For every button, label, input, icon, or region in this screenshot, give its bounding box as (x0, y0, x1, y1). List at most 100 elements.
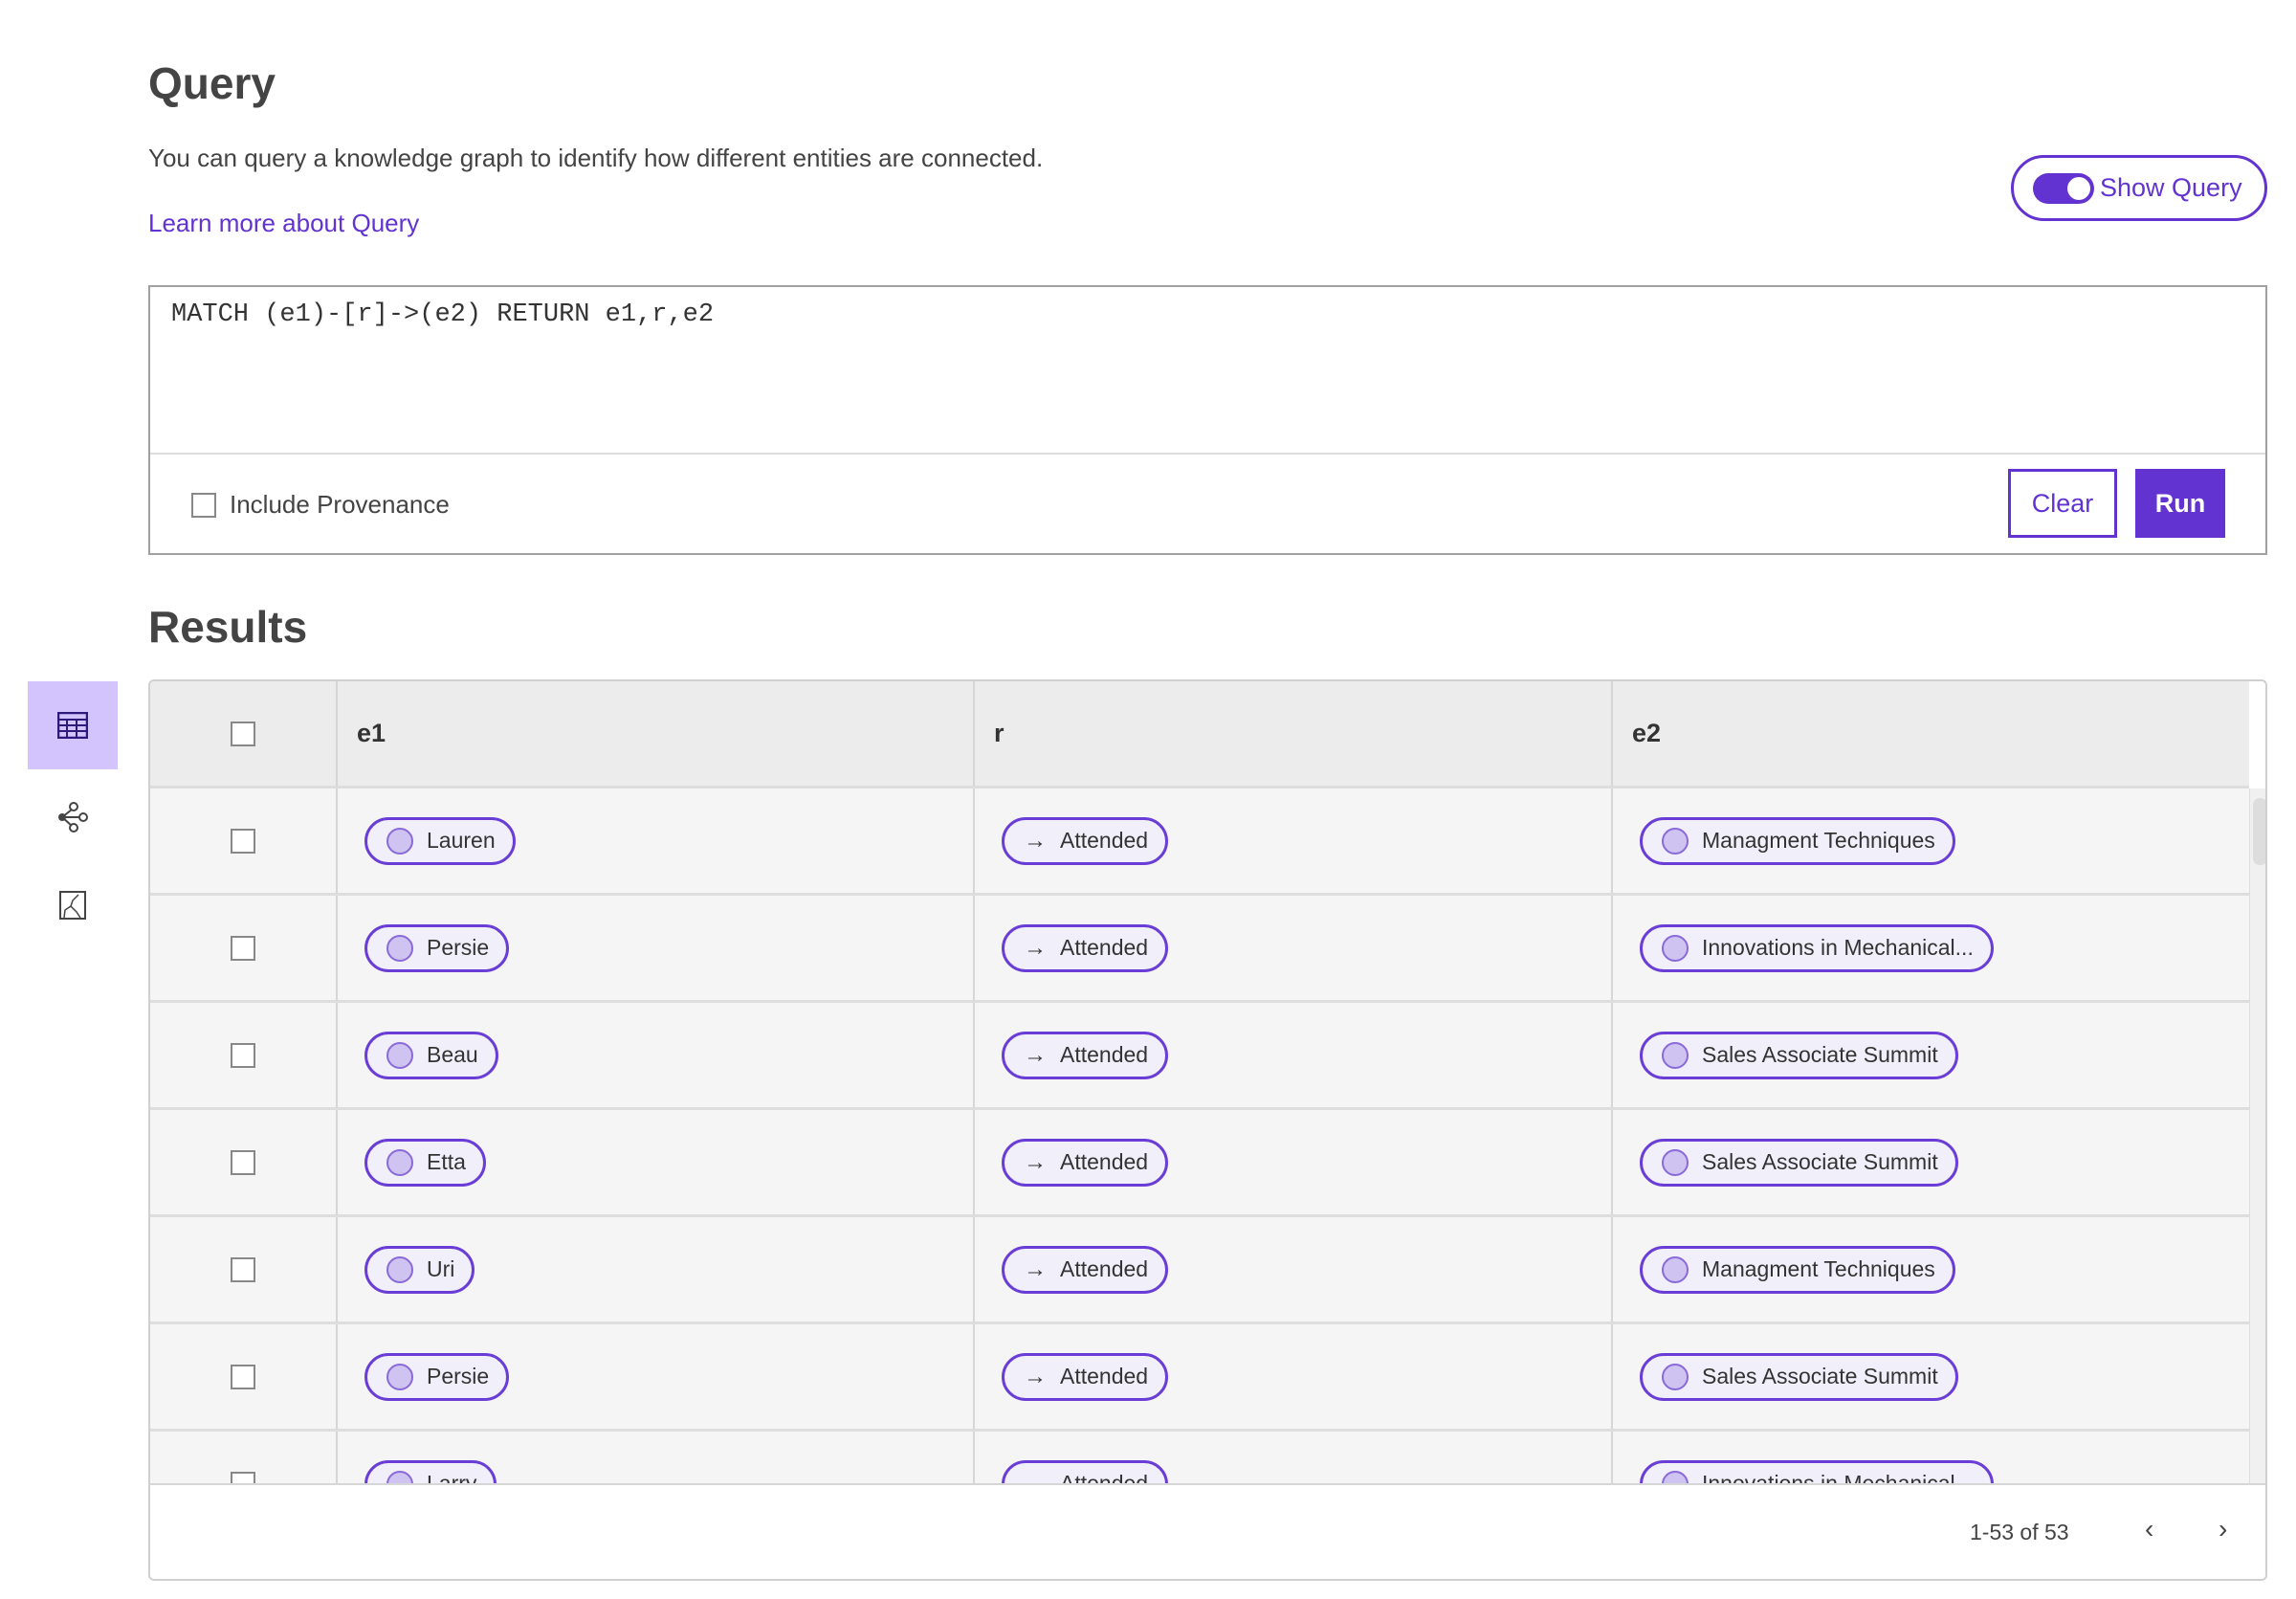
prev-page-icon[interactable]: ‹ (2145, 1514, 2153, 1544)
entity-pill[interactable]: Persie (364, 923, 510, 972)
checkbox-icon (191, 492, 216, 518)
relation-label: Attended (1060, 1256, 1149, 1281)
query-input[interactable]: MATCH (e1)-[r]->(e2) RETURN e1,r,e2 (150, 287, 2265, 455)
relation-label: Attended (1060, 935, 1149, 960)
relation-pill[interactable]: → Attended (1002, 1352, 1169, 1401)
entity-pill[interactable]: Sales Associate Summit (1640, 1031, 1958, 1079)
node-icon (386, 1470, 413, 1483)
table-row[interactable]: Beau → Attended Sales Associate Summit (150, 1003, 2249, 1110)
entity-pill[interactable]: Uri (364, 1245, 475, 1294)
row-checkbox[interactable] (231, 1364, 255, 1389)
select-all-checkbox[interactable] (231, 721, 255, 746)
entity-pill[interactable]: Innovations in Mechanical... (1640, 923, 1994, 972)
show-query-label: Show Query (2100, 173, 2242, 202)
entity-label: Persie (427, 935, 490, 960)
relation-label: Attended (1060, 1042, 1149, 1067)
sidebar-item-table[interactable] (28, 681, 118, 769)
row-checkbox[interactable] (231, 1471, 255, 1483)
column-header-e1[interactable]: e1 (338, 681, 975, 786)
graph-icon (58, 802, 88, 833)
show-query-toggle[interactable]: Show Query (2011, 155, 2267, 221)
column-header-r[interactable]: r (975, 681, 1613, 786)
arrow-right-icon: → (1024, 1255, 1047, 1282)
sidebar-item-graph[interactable] (28, 773, 118, 861)
entity-label: Etta (427, 1149, 466, 1174)
node-icon (386, 1041, 413, 1069)
include-provenance-checkbox[interactable]: Include Provenance (191, 490, 450, 520)
node-icon (1662, 1470, 1689, 1483)
entity-pill[interactable]: Managment Techniques (1640, 816, 1955, 865)
entity-label: Uri (427, 1256, 455, 1281)
results-table: e1 r e2 Lauren → Attended Managment Techn… (148, 679, 2267, 1581)
relation-pill[interactable]: → Attended (1002, 923, 1169, 972)
entity-label: Sales Associate Summit (1702, 1149, 1938, 1174)
node-icon (1662, 827, 1689, 855)
entity-pill[interactable]: Lauren (364, 816, 516, 865)
relation-pill[interactable]: → Attended (1002, 1031, 1169, 1079)
node-icon (386, 934, 413, 962)
table-row[interactable]: Etta → Attended Sales Associate Summit (150, 1110, 2249, 1217)
entity-pill[interactable]: Sales Associate Summit (1640, 1138, 1958, 1187)
table-footer: 1-53 of 53 ‹ › (150, 1483, 2265, 1579)
arrow-right-icon: → (1024, 827, 1047, 854)
row-checkbox[interactable] (231, 1042, 255, 1068)
table-scrollbar[interactable] (2249, 788, 2265, 1483)
sidebar-item-chart[interactable] (28, 861, 118, 949)
table-row[interactable]: Persie → Attended Sales Associate Summit (150, 1324, 2249, 1432)
relation-label: Attended (1060, 828, 1149, 853)
entity-pill[interactable]: Persie (364, 1352, 510, 1401)
column-header-e2[interactable]: e2 (1613, 681, 2249, 786)
pagination-info: 1-53 of 53 (1970, 1520, 2069, 1544)
row-checkbox[interactable] (231, 935, 255, 961)
table-body: Lauren → Attended Managment Techniques Pe… (150, 788, 2249, 1483)
scrollbar-thumb[interactable] (2253, 798, 2265, 865)
node-icon (1662, 1363, 1689, 1390)
node-icon (1662, 1041, 1689, 1069)
table-icon (57, 712, 88, 739)
node-icon (386, 827, 413, 855)
query-panel: MATCH (e1)-[r]->(e2) RETURN e1,r,e2 Incl… (148, 285, 2267, 555)
entity-pill[interactable]: Beau (364, 1031, 498, 1079)
clear-button[interactable]: Clear (2008, 469, 2117, 538)
table-row[interactable]: Persie → Attended Innovations in Mechanic… (150, 896, 2249, 1003)
row-checkbox[interactable] (231, 1256, 255, 1282)
node-icon (386, 1363, 413, 1390)
entity-label: Managment Techniques (1702, 828, 1935, 853)
next-page-icon[interactable]: › (2219, 1514, 2227, 1544)
relation-pill[interactable]: → Attended (1002, 1245, 1169, 1294)
node-icon (386, 1148, 413, 1176)
relation-pill[interactable]: → Attended (1002, 816, 1169, 865)
entity-pill[interactable]: Sales Associate Summit (1640, 1352, 1958, 1401)
include-provenance-label: Include Provenance (230, 490, 450, 519)
relation-pill[interactable]: → Attended (1002, 1459, 1169, 1483)
run-button[interactable]: Run (2135, 469, 2225, 538)
table-row[interactable]: Uri → Attended Managment Techniques (150, 1217, 2249, 1324)
relation-label: Attended (1060, 1364, 1149, 1388)
entity-label: Sales Associate Summit (1702, 1042, 1938, 1067)
table-header: e1 r e2 (150, 681, 2249, 788)
entity-label: Sales Associate Summit (1702, 1364, 1938, 1388)
relation-label: Attended (1060, 1149, 1149, 1174)
toggle-switch-icon (2033, 172, 2094, 204)
entity-label: Managment Techniques (1702, 1256, 1935, 1281)
table-row[interactable]: Larry → Attended Innovations in Mechanica… (150, 1432, 2249, 1483)
results-title: Results (148, 602, 308, 652)
entity-pill[interactable]: Managment Techniques (1640, 1245, 1955, 1294)
entity-label: Beau (427, 1042, 478, 1067)
relation-label: Attended (1060, 1471, 1149, 1483)
entity-pill[interactable]: Larry (364, 1459, 497, 1483)
entity-label: Innovations in Mechanical... (1702, 1471, 1974, 1483)
node-icon (386, 1255, 413, 1283)
entity-pill[interactable]: Etta (364, 1138, 486, 1187)
relation-pill[interactable]: → Attended (1002, 1138, 1169, 1187)
learn-more-link[interactable]: Learn more about Query (148, 209, 419, 238)
row-checkbox[interactable] (231, 828, 255, 854)
table-row[interactable]: Lauren → Attended Managment Techniques (150, 788, 2249, 896)
node-icon (1662, 934, 1689, 962)
row-checkbox[interactable] (231, 1149, 255, 1175)
entity-label: Persie (427, 1364, 490, 1388)
entity-label: Innovations in Mechanical... (1702, 935, 1974, 960)
chart-icon (59, 891, 86, 920)
entity-label: Larry (427, 1471, 477, 1483)
entity-pill[interactable]: Innovations in Mechanical... (1640, 1459, 1994, 1483)
